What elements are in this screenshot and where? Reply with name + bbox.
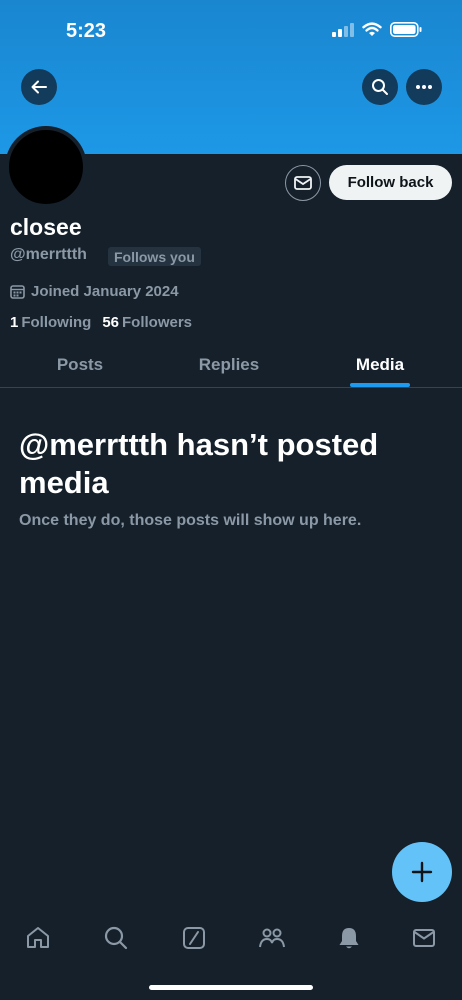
wifi-icon bbox=[362, 22, 382, 36]
more-horizontal-icon bbox=[416, 85, 432, 89]
home-indicator bbox=[149, 985, 313, 990]
status-time: 5:23 bbox=[66, 20, 107, 42]
signal-icon bbox=[332, 22, 354, 37]
empty-state-title: @merrttth hasn’t posted media bbox=[19, 427, 379, 500]
nav-search[interactable] bbox=[100, 922, 132, 954]
nav-home[interactable] bbox=[22, 922, 54, 954]
follow-stats: 1 Following 56 Followers bbox=[10, 314, 192, 331]
nav-notifications[interactable] bbox=[333, 922, 365, 954]
nav-grok[interactable] bbox=[178, 922, 210, 954]
empty-state-subtitle: Once they do, those posts will show up h… bbox=[19, 512, 362, 529]
communities-icon bbox=[259, 928, 285, 948]
following-link[interactable]: 1 Following bbox=[10, 314, 91, 331]
active-tab-indicator bbox=[350, 383, 410, 387]
following-count: 1 bbox=[10, 314, 19, 331]
avatar[interactable] bbox=[5, 126, 87, 208]
plus-icon bbox=[411, 861, 433, 883]
joined-label: Joined January 2024 bbox=[31, 283, 179, 300]
followers-count: 56 bbox=[102, 314, 120, 331]
tab-media[interactable]: Media bbox=[300, 343, 460, 387]
follows-you-badge: Follows you bbox=[108, 247, 201, 266]
envelope-icon bbox=[294, 176, 312, 190]
tab-posts[interactable]: Posts bbox=[0, 343, 160, 387]
handle: @merrttth bbox=[10, 246, 87, 263]
search-icon bbox=[372, 79, 388, 95]
calendar-icon bbox=[10, 285, 25, 299]
more-button[interactable] bbox=[406, 69, 442, 105]
bottom-nav bbox=[0, 914, 462, 960]
followers-label: Followers bbox=[122, 314, 193, 331]
search-icon bbox=[104, 926, 128, 950]
compose-button[interactable] bbox=[392, 842, 452, 902]
grok-icon bbox=[183, 927, 205, 949]
follow-back-button[interactable]: Follow back bbox=[329, 165, 452, 200]
nav-messages[interactable] bbox=[408, 922, 440, 954]
battery-icon bbox=[390, 22, 422, 37]
display-name: closee bbox=[10, 214, 82, 240]
tab-replies[interactable]: Replies bbox=[150, 343, 308, 387]
following-label: Following bbox=[21, 314, 92, 331]
followers-link[interactable]: 56 Followers bbox=[102, 314, 192, 331]
search-button[interactable] bbox=[362, 69, 398, 105]
nav-communities[interactable] bbox=[256, 922, 288, 954]
arrow-left-icon bbox=[31, 80, 47, 94]
joined-date: Joined January 2024 bbox=[10, 283, 179, 300]
home-icon bbox=[27, 927, 49, 948]
profile-tabs: Posts Replies Media bbox=[0, 343, 462, 388]
status-bar: 5:23 bbox=[0, 0, 462, 60]
notifications-icon bbox=[339, 928, 359, 949]
message-button[interactable] bbox=[285, 165, 321, 201]
messages-icon bbox=[413, 929, 435, 947]
back-button[interactable] bbox=[21, 69, 57, 105]
